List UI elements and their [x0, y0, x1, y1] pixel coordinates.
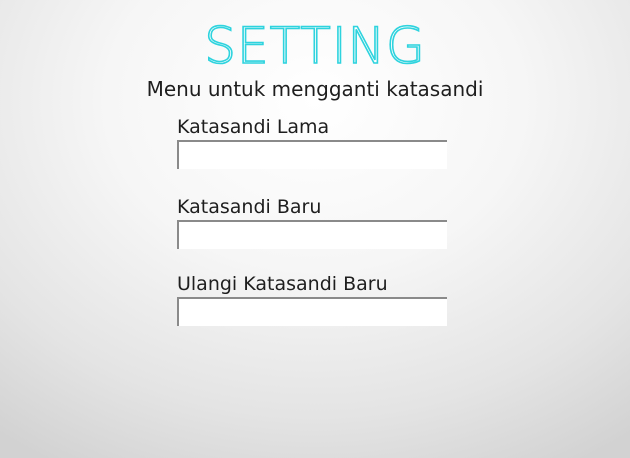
new-password-input[interactable]	[177, 220, 447, 249]
old-password-input[interactable]	[177, 140, 447, 169]
old-password-label: Katasandi Lama	[177, 116, 330, 138]
new-password-field: Katasandi Baru	[177, 195, 449, 249]
settings-page: SETTING Menu untuk mengganti katasandi K…	[0, 0, 630, 458]
confirm-password-label: Ulangi Katasandi Baru	[177, 273, 388, 295]
page-subtitle: Menu untuk mengganti katasandi	[146, 77, 484, 101]
page-title: SETTING	[203, 17, 426, 75]
confirm-password-input[interactable]	[177, 297, 447, 326]
old-password-field: Katasandi Lama	[177, 115, 449, 169]
new-password-label: Katasandi Baru	[177, 196, 322, 218]
confirm-password-field: Ulangi Katasandi Baru	[177, 272, 449, 326]
